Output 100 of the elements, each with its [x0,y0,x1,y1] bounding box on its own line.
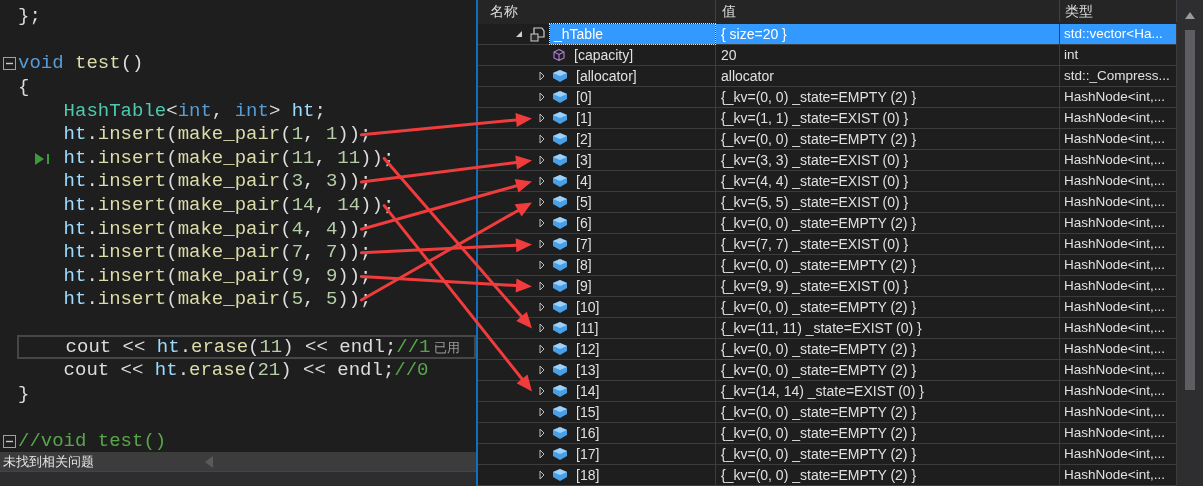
variable-name[interactable]: [0] [572,87,596,107]
expand-triangle-icon[interactable] [537,386,547,396]
value-cell[interactable]: {_kv=(3, 3) _state=EXIST (0) } [716,150,1060,170]
code-line: ht.insert(make_pair(9, 9)); [63,264,372,288]
value-cell[interactable]: {_kv=(9, 9) _state=EXIST (0) } [716,276,1060,296]
variable-name[interactable]: [4] [572,171,596,191]
code-line: void test() [18,52,144,76]
cube-icon [552,90,568,104]
cube-icon [552,279,568,293]
expand-triangle-icon[interactable] [537,218,547,228]
value-cell[interactable]: allocator [716,66,1060,86]
variable-name[interactable]: [2] [572,129,596,149]
scrollbar-thumb[interactable] [1185,30,1195,390]
variable-name[interactable]: [6] [572,213,596,233]
variable-name[interactable]: [capacity] [570,45,638,65]
expand-triangle-icon[interactable] [537,176,547,186]
expand-triangle-icon[interactable] [537,281,547,291]
variable-name[interactable]: [3] [572,150,596,170]
cube-icon [552,342,568,356]
expanded-triangle-icon[interactable] [514,29,524,39]
expand-triangle-icon[interactable] [537,344,547,354]
cube-icon [552,237,568,251]
value-cell[interactable]: {_kv=(4, 4) _state=EXIST (0) } [716,171,1060,191]
expand-triangle-icon[interactable] [537,92,547,102]
expand-triangle-icon[interactable] [537,134,547,144]
code-line: ht.insert(make_pair(4, 4)); [63,217,372,241]
value-cell[interactable]: {_kv=(0, 0) _state=EMPTY (2) } [716,465,1060,485]
column-header[interactable]: 名称 [478,0,716,22]
cube-icon [552,384,568,398]
value-cell[interactable]: {_kv=(0, 0) _state=EMPTY (2) } [716,213,1060,233]
code-line: cout << ht.erase(11) << endl;//1 已用 [65,335,461,359]
column-header[interactable]: 值 [716,0,1060,22]
expand-triangle-icon[interactable] [537,260,547,270]
cube-icon [552,405,568,419]
expand-triangle-icon[interactable] [537,407,547,417]
cube-icon [552,216,568,230]
cube-icon [552,363,568,377]
variable-name[interactable]: [15] [572,402,604,422]
vertical-scrollbar[interactable] [1177,0,1203,486]
variable-name[interactable]: [7] [572,234,596,254]
variable-name[interactable]: [16] [572,423,604,443]
code-line: { [18,76,30,100]
scroll-up-icon[interactable] [1185,12,1195,19]
expand-triangle-icon[interactable] [537,239,547,249]
code-line: ht.insert(make_pair(3, 3)); [63,170,372,194]
expand-triangle-icon[interactable] [537,155,547,165]
variable-name[interactable]: [5] [572,192,596,212]
collapse-icon[interactable] [3,435,16,448]
variable-name[interactable]: [18] [572,465,604,485]
variable-name[interactable]: [9] [572,276,596,296]
variable-name[interactable]: [1] [572,108,596,128]
cube-icon [552,426,568,440]
value-cell[interactable]: {_kv=(0, 0) _state=EMPTY (2) } [716,297,1060,317]
cube-icon [552,111,568,125]
code-line: ht.insert(make_pair(7, 7)); [63,241,372,265]
cube-icon [552,174,568,188]
code-line: ht.insert(make_pair(11, 11)); [63,146,395,170]
value-cell[interactable]: {_kv=(0, 0) _state=EMPTY (2) } [716,129,1060,149]
value-cell[interactable]: 20 [716,45,1060,65]
expand-triangle-icon[interactable] [537,113,547,123]
variable-name[interactable]: [12] [572,339,604,359]
value-cell[interactable]: {_kv=(0, 0) _state=EMPTY (2) } [716,339,1060,359]
code-line: //void test() [18,430,167,452]
code-line: ht.insert(make_pair(5, 5)); [63,288,372,312]
value-cell[interactable]: {_kv=(11, 11) _state=EXIST (0) } [716,318,1060,338]
value-cell[interactable]: {_kv=(14, 14) _state=EXIST (0) } [716,381,1060,401]
value-cell[interactable]: {_kv=(1, 1) _state=EXIST (0) } [716,108,1060,128]
value-cell[interactable]: {_kv=(0, 0) _state=EMPTY (2) } [716,255,1060,275]
cube-icon [552,195,568,209]
code-line: }; [18,5,41,29]
code-line: ht.insert(make_pair(1, 1)); [63,123,372,147]
expand-triangle-icon[interactable] [537,71,547,81]
expand-triangle-icon[interactable] [537,449,547,459]
variable-name[interactable]: [10] [572,297,604,317]
expand-triangle-icon[interactable] [537,428,547,438]
code-line: } [18,382,30,406]
variable-name[interactable]: [11] [572,318,603,338]
value-cell[interactable]: {_kv=(0, 0) _state=EMPTY (2) } [716,360,1060,380]
expand-triangle-icon[interactable] [537,323,547,333]
variable-name[interactable]: [8] [572,255,596,275]
variable-name[interactable]: [17] [572,444,604,464]
variable-name[interactable]: [14] [572,381,604,401]
status-text: 未找到相关问题 [2,452,94,471]
variable-name[interactable]: [allocator] [572,66,641,86]
value-cell[interactable]: {_kv=(0, 0) _state=EMPTY (2) } [716,444,1060,464]
expand-triangle-icon[interactable] [537,365,547,375]
expand-triangle-icon[interactable] [537,470,547,480]
value-cell[interactable]: {_kv=(7, 7) _state=EXIST (0) } [716,234,1060,254]
next-statement-icon [35,152,50,165]
variable-name[interactable]: [13] [572,360,604,380]
cube-icon [552,132,568,146]
expand-triangle-icon[interactable] [537,197,547,207]
cube-icon [552,321,568,335]
value-cell[interactable]: {_kv=(0, 0) _state=EMPTY (2) } [716,402,1060,422]
value-cell[interactable]: {_kv=(0, 0) _state=EMPTY (2) } [716,423,1060,443]
value-cell[interactable]: {_kv=(5, 5) _state=EXIST (0) } [716,192,1060,212]
collapse-icon[interactable] [3,57,16,71]
value-cell[interactable]: {_kv=(0, 0) _state=EMPTY (2) } [716,87,1060,107]
expand-triangle-icon[interactable] [537,302,547,312]
cube-icon [552,153,568,167]
